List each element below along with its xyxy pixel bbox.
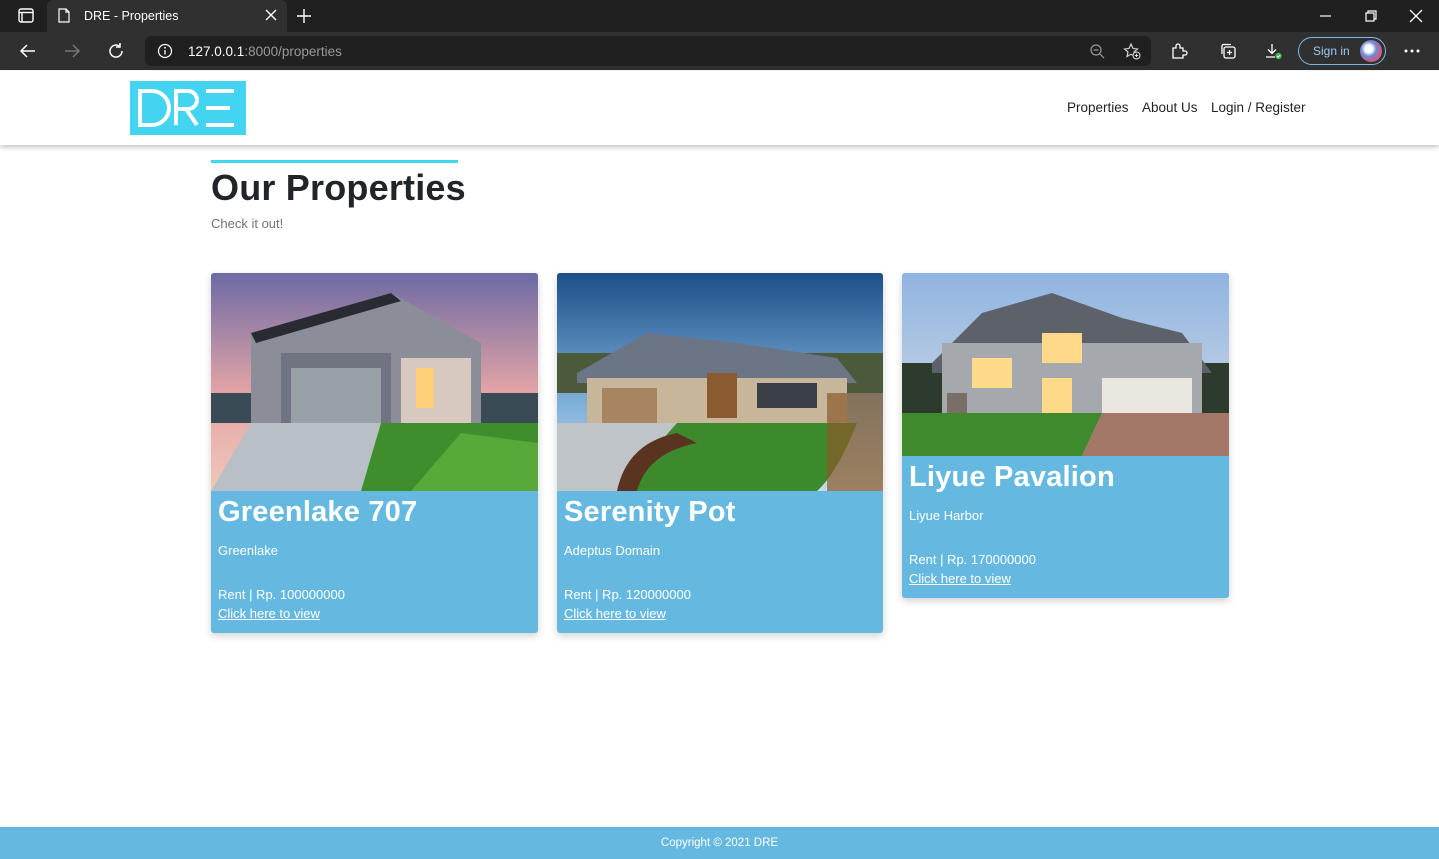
site-logo[interactable]	[130, 81, 246, 135]
zoom-out-icon[interactable]	[1089, 43, 1105, 59]
nav-about-us[interactable]: About Us	[1142, 100, 1198, 115]
property-location: Adeptus Domain	[564, 543, 661, 558]
property-card[interactable]: Serenity Pot Adeptus Domain Rent | Rp. 1…	[557, 273, 883, 633]
site-info-icon[interactable]	[157, 43, 173, 59]
sign-in-button[interactable]: Sign in	[1298, 37, 1386, 65]
sign-in-label: Sign in	[1313, 44, 1350, 58]
page-subtitle: Check it out!	[211, 216, 284, 231]
property-name: Liyue Pavalion	[909, 461, 1115, 493]
tab-actions-icon[interactable]	[10, 7, 38, 25]
close-window-icon[interactable]	[1409, 9, 1423, 23]
property-card[interactable]: Greenlake 707 Greenlake Rent | Rp. 10000…	[211, 273, 538, 633]
minimize-icon[interactable]	[1319, 9, 1333, 23]
property-price: Rent | Rp. 170000000	[909, 552, 1036, 567]
view-property-link[interactable]: Click here to view	[564, 606, 666, 621]
nav-login-register[interactable]: Login / Register	[1211, 100, 1306, 115]
back-icon[interactable]	[19, 42, 37, 60]
property-photo	[902, 273, 1229, 456]
nav-properties[interactable]: Properties	[1067, 100, 1129, 115]
new-tab-icon[interactable]	[296, 8, 312, 24]
refresh-icon[interactable]	[107, 42, 125, 60]
view-property-link[interactable]: Click here to view	[909, 571, 1011, 586]
more-options-icon[interactable]	[1402, 44, 1422, 58]
url-path: :8000/properties	[244, 44, 342, 59]
close-tab-icon[interactable]	[265, 9, 277, 21]
logo-lettering-icon	[138, 89, 234, 127]
site-footer: Copyright © 2021 DRE	[0, 827, 1439, 859]
browser-toolbar: 127.0.0.1:8000/properties Sign in	[0, 32, 1439, 70]
url-text[interactable]: 127.0.0.1:8000/properties	[188, 44, 342, 59]
property-card[interactable]: Liyue Pavalion Liyue Harbor Rent | Rp. 1…	[902, 273, 1229, 598]
property-price: Rent | Rp. 120000000	[564, 587, 691, 602]
forward-icon[interactable]	[63, 42, 81, 60]
property-photo	[557, 273, 883, 491]
view-property-link[interactable]: Click here to view	[218, 606, 320, 621]
downloads-icon[interactable]	[1264, 42, 1282, 60]
address-bar[interactable]: 127.0.0.1:8000/properties	[145, 36, 1151, 66]
property-location: Greenlake	[218, 543, 278, 558]
restore-icon[interactable]	[1364, 9, 1378, 23]
browser-titlebar: DRE - Properties	[0, 0, 1439, 32]
avatar	[1360, 40, 1382, 62]
heading-accent-bar	[211, 160, 458, 163]
url-host: 127.0.0.1	[188, 44, 245, 59]
site-navbar: Properties About Us Login / Register	[0, 71, 1439, 145]
page-icon	[58, 8, 70, 23]
property-photo	[211, 273, 538, 491]
tab-title: DRE - Properties	[84, 9, 179, 23]
add-favorite-icon[interactable]	[1123, 42, 1141, 60]
extensions-icon[interactable]	[1170, 42, 1188, 60]
copyright-text: Copyright © 2021 DRE	[660, 837, 779, 849]
property-location: Liyue Harbor	[909, 508, 984, 523]
page-title: Our Properties	[211, 167, 466, 208]
collections-icon[interactable]	[1219, 42, 1237, 60]
browser-tab[interactable]: DRE - Properties	[47, 0, 287, 32]
property-name: Serenity Pot	[564, 496, 736, 528]
property-name: Greenlake 707	[218, 496, 418, 528]
property-price: Rent | Rp. 100000000	[218, 587, 345, 602]
section-heading: Our Properties	[211, 160, 466, 209]
